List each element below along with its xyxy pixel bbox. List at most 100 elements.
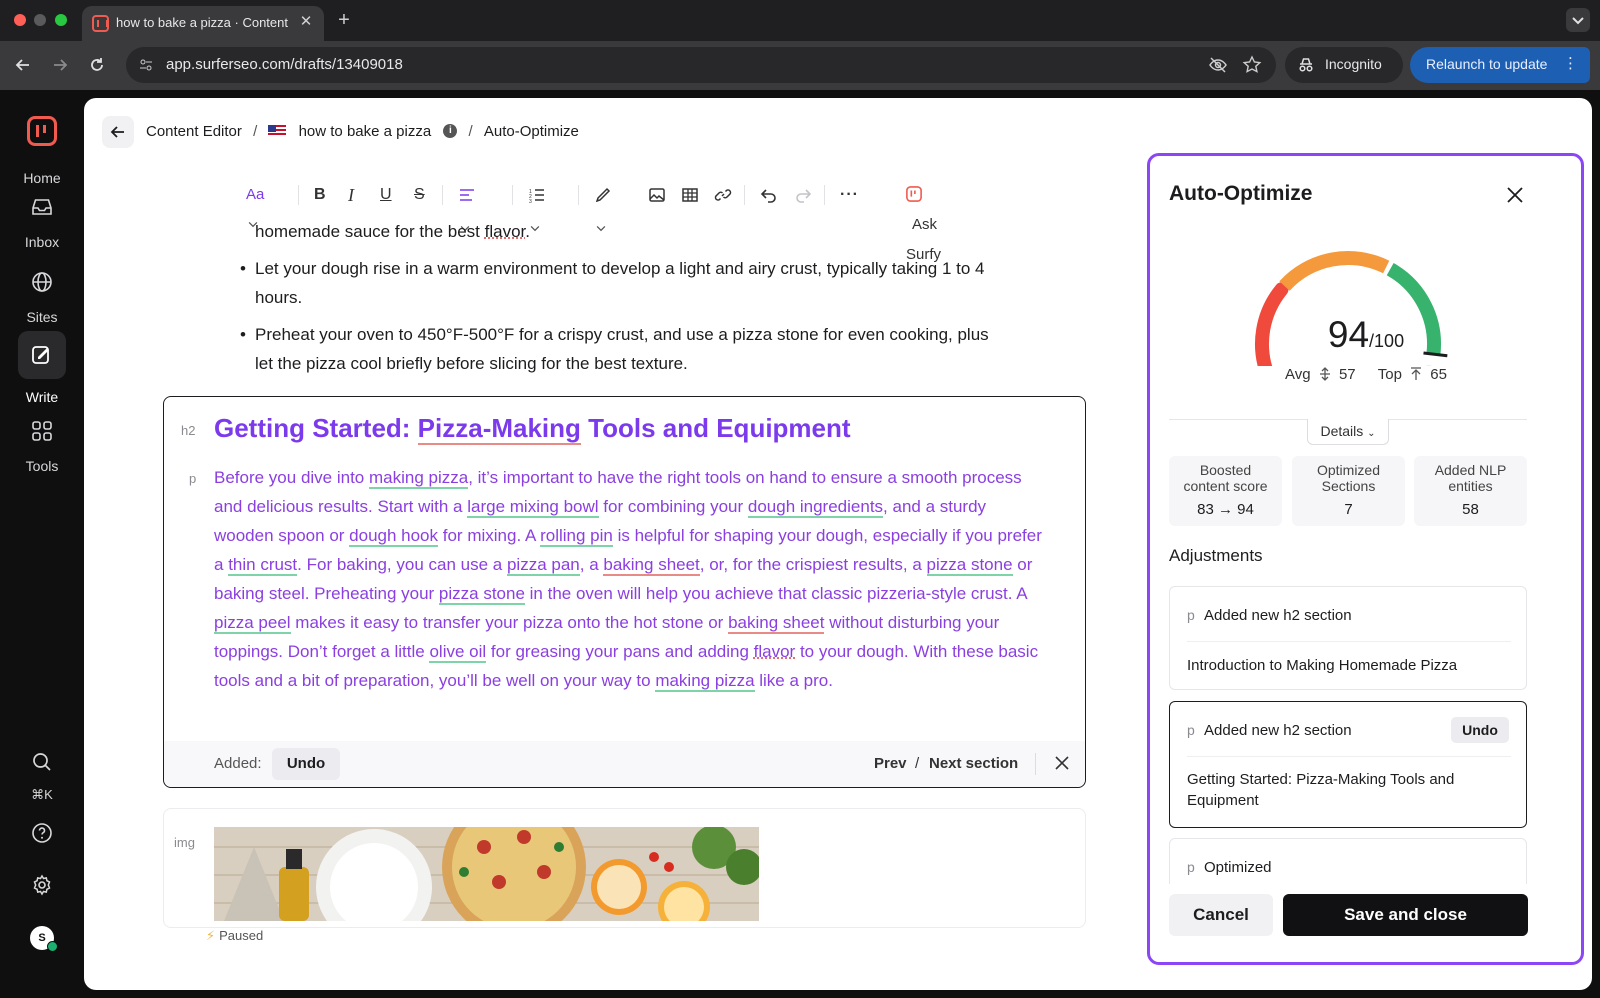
text-span: Before you dive into (214, 468, 369, 487)
chevron-down-icon (1572, 17, 1584, 25)
avg-value: 57 (1338, 366, 1356, 383)
text-span: like a pro. (754, 671, 833, 690)
text-span: , a (579, 555, 604, 574)
adjustment-title: Optimized (1204, 859, 1272, 876)
text-span: in the oven will help you achieve that c… (524, 584, 1027, 603)
score-value: 94 (1327, 314, 1370, 355)
forward-nav-button[interactable] (48, 53, 72, 77)
stat-value: 83 → 94 (1197, 501, 1254, 518)
adjustment-tag: p (1187, 722, 1195, 738)
tab-close-icon[interactable]: ✕ (296, 12, 316, 32)
adjustment-tag: p (1187, 859, 1195, 875)
sidebar-item-home[interactable]: Home (0, 160, 84, 186)
list-item-line: Let your dough rise in a warm environmen… (255, 259, 985, 278)
sidebar-item-write[interactable]: Write (0, 331, 84, 405)
app-sidebar: Home Inbox Sites Write Tools ⌘K S (0, 90, 84, 998)
settings-button[interactable] (0, 873, 84, 902)
divider (1187, 641, 1511, 642)
intro-line: homemade sauce for the best flavor. (255, 217, 530, 246)
sidebar-search[interactable]: ⌘K (0, 750, 84, 803)
adjustment-undo-button[interactable]: Undo (1451, 717, 1509, 743)
surfer-logo-icon[interactable] (27, 116, 57, 146)
browser-tab[interactable]: how to bake a pizza · Content Editor ✕ (82, 6, 324, 41)
eye-off-icon[interactable] (1208, 55, 1228, 75)
keyword: flavor (753, 642, 796, 661)
avg-label: Avg (1285, 366, 1311, 383)
list-item-line: let the pizza cool briefly before slicin… (255, 354, 688, 373)
inbox-icon (32, 199, 52, 215)
close-icon[interactable] (1504, 184, 1526, 206)
details-toggle[interactable]: Details ⌄ (1307, 419, 1389, 445)
incognito-indicator[interactable]: Incognito (1285, 47, 1403, 83)
keyword: pizza peel (214, 613, 291, 634)
write-icon (32, 346, 49, 364)
text-span: homemade sauce for the best (255, 222, 485, 241)
sidebar-item-inbox[interactable]: Inbox (0, 195, 84, 250)
save-and-close-button[interactable]: Save and close (1283, 894, 1528, 936)
back-nav-button[interactable] (11, 53, 35, 77)
search-icon (33, 753, 51, 771)
main-card: Content Editor / how to bake a pizza i /… (84, 98, 1592, 990)
relaunch-label: Relaunch to update (1426, 56, 1548, 72)
list-item-line: hours. (255, 288, 303, 307)
minimize-window-button[interactable] (34, 14, 46, 26)
tab-title: how to bake a pizza · Content Editor (116, 15, 288, 30)
arrow-right-icon (54, 59, 68, 71)
adjustment-item[interactable]: p Optimized (1169, 838, 1527, 884)
next-section-button[interactable]: Next section (929, 755, 1018, 772)
stat-value: 58 (1462, 501, 1479, 518)
keyword: dough ingredients (747, 497, 884, 518)
keyword: large mixing bowl (467, 497, 599, 518)
image-block[interactable]: img (163, 808, 1086, 928)
score-benchmarks: Avg 57 Top 65 (1150, 366, 1581, 383)
address-bar[interactable]: app.surferseo.com/drafts/13409018 (126, 47, 1276, 83)
keyword: thin crust (228, 555, 298, 576)
added-label: Added: (214, 755, 262, 772)
browser-tab-bar: how to bake a pizza · Content Editor ✕ + (0, 0, 1600, 41)
help-button[interactable] (0, 821, 84, 850)
incognito-icon (1299, 58, 1313, 72)
adjustments-list[interactable]: p Added new h2 section Introduction to M… (1169, 586, 1527, 884)
keyword: dough hook (349, 526, 439, 547)
url-text: app.surferseo.com/drafts/13409018 (166, 56, 403, 73)
top-value: 65 (1430, 366, 1447, 383)
divider (1035, 753, 1036, 775)
pizza-image[interactable] (214, 827, 759, 921)
reload-icon (91, 58, 103, 71)
sidebar-item-sites[interactable]: Sites (0, 270, 84, 325)
close-window-button[interactable] (14, 14, 26, 26)
adjustment-item[interactable]: p Added new h2 section Undo Getting Star… (1169, 701, 1527, 828)
auto-optimize-panel: Auto-Optimize 94/100 Avg 57 Top 65 Detai… (1147, 153, 1584, 965)
keyword: pizza stone (926, 555, 1013, 576)
section-heading[interactable]: Getting Started: Pizza-Making Tools and … (214, 413, 851, 445)
keyword: olive oil (429, 642, 487, 663)
close-icon[interactable] (1052, 753, 1072, 773)
adjustment-item[interactable]: p Added new h2 section Introduction to M… (1169, 586, 1527, 690)
sidebar-item-tools[interactable]: Tools (0, 419, 84, 474)
surfer-favicon-icon (92, 15, 109, 32)
new-section-block[interactable]: h2 Getting Started: Pizza-Making Tools a… (163, 396, 1086, 788)
score-display: 94/100 (1150, 314, 1581, 356)
grid-icon (32, 421, 52, 441)
list-item: Let your dough rise in a warm environmen… (240, 254, 1055, 312)
cancel-button[interactable]: Cancel (1169, 894, 1273, 936)
panel-title: Auto-Optimize (1169, 182, 1313, 205)
relaunch-to-update-button[interactable]: Relaunch to update ⋮ (1410, 47, 1590, 83)
editor-content[interactable]: homemade sauce for the best flavor. Let … (84, 98, 1124, 990)
keyword-flavor: flavor (484, 222, 526, 241)
section-paragraph[interactable]: Before you dive into making pizza, it’s … (214, 463, 1044, 695)
text-span: for combining your (598, 497, 748, 516)
average-icon (1319, 367, 1330, 381)
globe-icon (32, 272, 52, 292)
text-span: for greasing your pans and adding (486, 642, 754, 661)
prev-section-button[interactable]: Prev (874, 755, 907, 772)
stat-label: Boosted content score (1183, 462, 1268, 494)
more-vert-icon[interactable]: ⋮ (1563, 55, 1578, 73)
star-icon[interactable] (1242, 55, 1262, 75)
tab-search-button[interactable] (1566, 8, 1590, 32)
undo-section-button[interactable]: Undo (272, 748, 340, 780)
new-tab-button[interactable]: + (332, 8, 356, 32)
maximize-window-button[interactable] (55, 14, 67, 26)
reload-button[interactable] (85, 53, 109, 77)
list-item-line: Preheat your oven to 450°F-500°F for a c… (255, 325, 989, 344)
